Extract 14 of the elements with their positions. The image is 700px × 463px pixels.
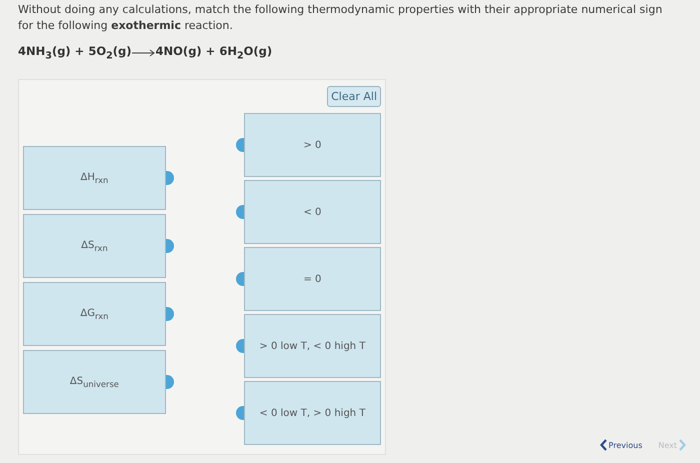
property-card[interactable]: ΔS$_{rxn}$: [23, 214, 166, 278]
previous-button[interactable]: Previous: [600, 439, 642, 451]
property-card[interactable]: ΔG$_{rxn}$: [23, 282, 166, 346]
property-card[interactable]: ΔS$_{universe}$: [23, 350, 166, 414]
sign-card[interactable]: < 0: [244, 180, 381, 244]
sign-card[interactable]: = 0: [244, 247, 381, 312]
clear-all-button[interactable]: Clear All: [327, 86, 381, 108]
equation-reactants: 4NH$_{3}$(g) + 5O$_{2}$(g): [18, 44, 132, 62]
question-text: Without doing any calculations, match the following thermodynamic properties with their appropriate numerical sign for the following exothermic reaction.: [18, 2, 664, 34]
sign-card[interactable]: > 0: [244, 113, 381, 178]
sign-card[interactable]: < 0 low T, > 0 high T: [244, 381, 381, 446]
equation-products: 4NO(g) + 6H$_{2}$O(g): [156, 44, 272, 62]
sign-card[interactable]: > 0 low T, < 0 high T: [244, 314, 381, 378]
property-card[interactable]: ΔH$_{rxn}$: [23, 146, 166, 210]
